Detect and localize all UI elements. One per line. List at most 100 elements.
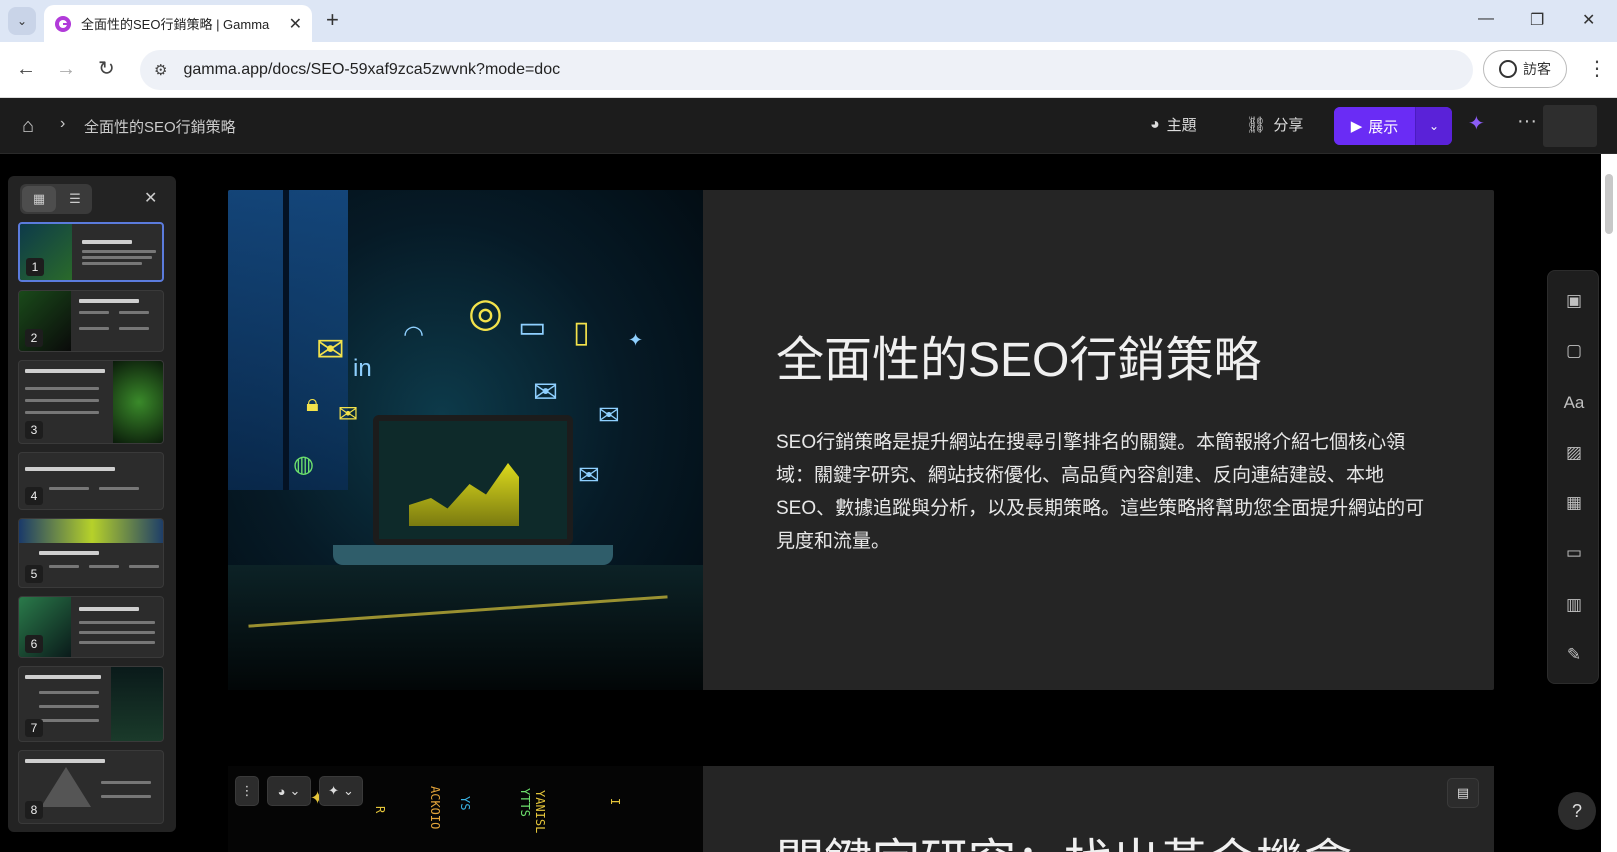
window-close-icon[interactable]: ✕ (1582, 10, 1595, 30)
gmail-icon: ✉ (338, 401, 359, 428)
forward-icon[interactable]: → (56, 58, 76, 80)
layout-icon: ▤ (1456, 785, 1470, 800)
present-dropdown-button[interactable]: ⌄ (1416, 107, 1452, 145)
profile-icon (1499, 60, 1517, 78)
restore-icon[interactable]: ❐ (1530, 10, 1544, 30)
link-icon: ⛓ (1246, 116, 1267, 134)
close-panel-icon[interactable]: ✕ (144, 188, 157, 208)
slide-thumbnail[interactable]: 6 (18, 596, 164, 658)
address-bar-row: ← → ↻ ⚙ gamma.app/docs/SEO-59xaf9zca5zwv… (0, 42, 1617, 98)
image-icon[interactable]: ▨ (1562, 441, 1586, 465)
gamma-favicon-icon (55, 15, 71, 32)
thumbnail-text-line (82, 250, 156, 253)
slide-thumbnail[interactable]: 1 (18, 222, 164, 282)
browser-tab[interactable]: 全面性的SEO行銷策略 | Gamma ✕ (44, 5, 312, 42)
site-settings-icon[interactable]: ⚙ (154, 61, 167, 79)
slide-thumbnail[interactable]: 4 (18, 452, 164, 510)
thumbnail-text-line (79, 641, 155, 644)
layout-template-icon[interactable]: ▢ (1562, 339, 1586, 363)
thumbnail-text-line (79, 311, 109, 314)
card-drag-handle[interactable]: ⋮ (235, 776, 259, 806)
slide-card-1[interactable]: ◎ ✉ in ◠ ▭ ▯ ✉ 🔒︎ ✉ ✉ ◍ ✦ ✉ 全面性的SEO行銷策略 … (228, 190, 1494, 690)
card-layout-button[interactable]: ▤ (1447, 778, 1479, 808)
desk-graphic (228, 565, 703, 690)
new-tab-button[interactable]: + (326, 8, 339, 32)
text-style-icon[interactable]: Aa (1562, 391, 1586, 415)
ai-sparkle-icon[interactable]: ✦ (1468, 111, 1485, 136)
video-icon[interactable]: ▦ (1562, 491, 1586, 515)
palette-icon: ◕ (277, 783, 286, 799)
gamma-toolbar: ⌂ › 全面性的SEO行銷策略 ◕ 主題 ⛓ 分享 ▶ 展示 ⌄ ✦ ··· (0, 98, 1617, 154)
thumbnail-heading (25, 467, 115, 471)
tab-list-button[interactable]: ⌄ (8, 7, 36, 35)
breadcrumb-title[interactable]: 全面性的SEO行銷策略 (84, 116, 236, 137)
chevron-down-icon: ⌄ (1428, 119, 1440, 133)
share-button[interactable]: ⛓ 分享 (1246, 114, 1303, 135)
phone-icon: ▯ (573, 316, 590, 349)
thumbnail-text-line (101, 781, 151, 784)
thumbnail-image (19, 519, 163, 543)
thumbnail-heading (25, 369, 105, 373)
browser-tab-bar: ⌄ 全面性的SEO行銷策略 | Gamma ✕ + — ❐ ✕ (0, 0, 1617, 42)
reload-icon[interactable]: ↻ (98, 58, 115, 80)
thumbnail-heading (82, 240, 132, 244)
thumbnail-number: 6 (25, 635, 43, 653)
home-icon[interactable]: ⌂ (22, 115, 34, 138)
slide-thumbnail[interactable]: 3 (18, 360, 164, 444)
check-circle-icon: ◎ (468, 291, 503, 335)
more-options-icon[interactable]: ··· (1517, 110, 1537, 133)
slide-thumbnail[interactable]: 5 (18, 518, 164, 588)
thumbnail-text-line (79, 327, 109, 330)
slide-2-title[interactable]: 關鍵字研究：找出黃金機會 (776, 822, 1352, 852)
linkedin-icon: in (353, 355, 372, 382)
chat-icon: ✉ (578, 460, 600, 490)
sparkle-icon: ✦ (628, 330, 644, 350)
theme-button[interactable]: ◕ 主題 (1150, 114, 1197, 135)
thumbnail-heading (25, 759, 105, 763)
page-scrollbar[interactable] (1601, 154, 1617, 852)
slide-1-title[interactable]: 全面性的SEO行銷策略 (776, 320, 1426, 390)
grid-view-icon[interactable]: ▦ (22, 186, 56, 212)
thumbnail-heading (79, 299, 139, 303)
scroll-thumb[interactable] (1605, 174, 1613, 234)
guest-profile-button[interactable]: 訪客 (1483, 50, 1567, 88)
theme-label: 主題 (1166, 117, 1197, 134)
help-button[interactable]: ? (1558, 792, 1596, 830)
present-button[interactable]: ▶ 展示 (1334, 107, 1416, 145)
thumbnail-text-line (119, 311, 149, 314)
chart-icon[interactable]: ▥ (1562, 593, 1586, 617)
slide-1-body[interactable]: SEO行銷策略是提升網站在搜尋引擎排名的關鍵。本簡報將介紹七個核心領域：關鍵字研… (776, 426, 1426, 558)
card-ai-button[interactable]: ✦ ⌄ (319, 776, 363, 806)
url-input[interactable]: ⚙ gamma.app/docs/SEO-59xaf9zca5zwvnk?mod… (140, 50, 1473, 90)
embed-icon[interactable]: ▭ (1562, 541, 1586, 565)
minimize-icon[interactable]: — (1478, 10, 1494, 28)
thumbnail-text-line (82, 262, 142, 265)
thumbnail-image (111, 667, 163, 741)
tab-close-icon[interactable]: ✕ (289, 14, 302, 34)
slide-thumbnail[interactable]: 7 (18, 666, 164, 742)
thumbnail-text-line (25, 399, 99, 402)
edit-icon[interactable]: ✎ (1562, 643, 1586, 667)
palette-icon: ◕ (1150, 115, 1160, 133)
add-card-icon[interactable]: ▣ (1562, 289, 1586, 313)
slide-thumbnail[interactable]: 2 (18, 290, 164, 352)
present-label: 展示 (1368, 118, 1399, 136)
thumbnail-text-line (79, 621, 155, 624)
back-icon[interactable]: ← (16, 58, 36, 80)
slide-1-text: 全面性的SEO行銷策略 SEO行銷策略是提升網站在搜尋引擎排名的關鍵。本簡報將介… (776, 320, 1426, 558)
slide-card-2[interactable]: R ACKOIO YS YTTS YANISL I ✦ 關鍵字研究：找出黃金機會 (228, 766, 1494, 852)
thumbnail-number: 1 (26, 258, 44, 276)
thumbnail-heading (79, 607, 139, 611)
laptop-base-graphic (333, 545, 613, 565)
present-button-group: ▶ 展示 ⌄ (1334, 107, 1452, 145)
thumbnail-text-line (119, 327, 149, 330)
thumbnail-image (113, 361, 163, 443)
card-style-button[interactable]: ◕ ⌄ (267, 776, 311, 806)
thumbnail-heading (25, 675, 101, 679)
list-view-icon[interactable]: ☰ (58, 184, 92, 214)
user-avatar[interactable] (1543, 105, 1597, 147)
mail-icon: ✉ (533, 376, 559, 409)
slide-thumbnail[interactable]: 8 (18, 750, 164, 824)
browser-menu-icon[interactable]: ⋮ (1587, 56, 1607, 81)
chevron-down-icon: ⌄ (289, 783, 301, 798)
